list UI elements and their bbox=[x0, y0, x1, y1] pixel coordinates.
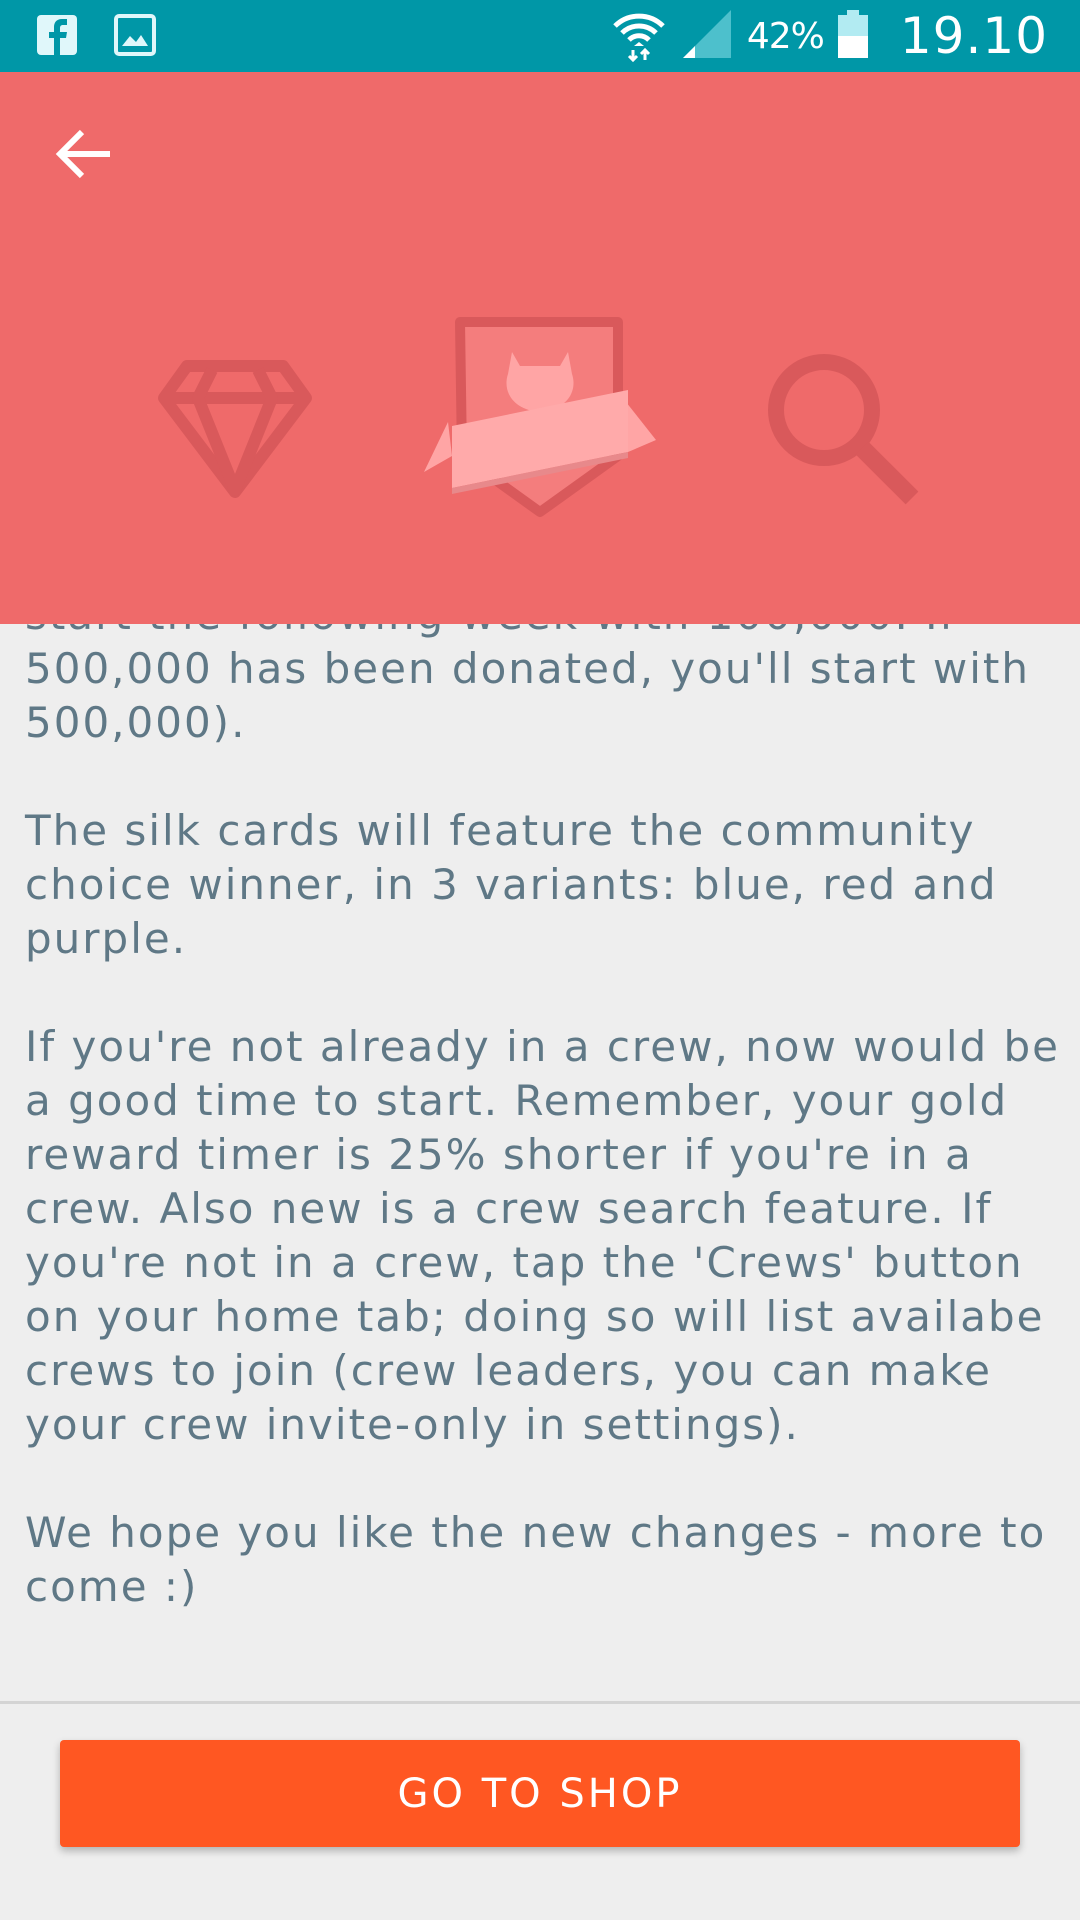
signal-icon bbox=[681, 8, 733, 64]
battery-icon bbox=[837, 10, 868, 62]
crew-badge-icon bbox=[424, 317, 656, 517]
status-right-icons: 42% 19.10 bbox=[611, 0, 1048, 72]
paragraph-closing: We hope you like the new changes - more … bbox=[25, 1508, 1062, 1611]
paragraph-silk-cards: The silk cards will feature the communit… bbox=[25, 806, 1013, 963]
status-left-icons bbox=[36, 14, 156, 60]
wifi-icon bbox=[611, 6, 667, 66]
back-button[interactable] bbox=[42, 112, 126, 196]
battery-percent: 42% bbox=[746, 15, 825, 57]
footer-divider bbox=[0, 1701, 1080, 1704]
arrow-back-icon bbox=[55, 129, 110, 179]
clock: 19.10 bbox=[899, 7, 1048, 65]
paragraph-crews: If you're not already in a crew, now wou… bbox=[25, 1022, 1076, 1449]
diamond-icon bbox=[158, 360, 312, 498]
paragraph-donation-start: start the following week with 100,000. I… bbox=[25, 624, 1030, 747]
search-magnifier-icon bbox=[768, 354, 919, 505]
announcement-text: start the following week with 100,000. I… bbox=[25, 624, 1065, 1668]
feature-header bbox=[0, 72, 1080, 624]
facebook-icon bbox=[36, 14, 78, 60]
announcement-content[interactable]: start the following week with 100,000. I… bbox=[0, 624, 1080, 1702]
header-icon-row bbox=[0, 312, 1080, 552]
go-to-shop-button[interactable]: GO TO SHOP bbox=[60, 1740, 1020, 1847]
status-bar: 42% 19.10 bbox=[0, 0, 1080, 72]
gallery-icon bbox=[114, 14, 156, 60]
